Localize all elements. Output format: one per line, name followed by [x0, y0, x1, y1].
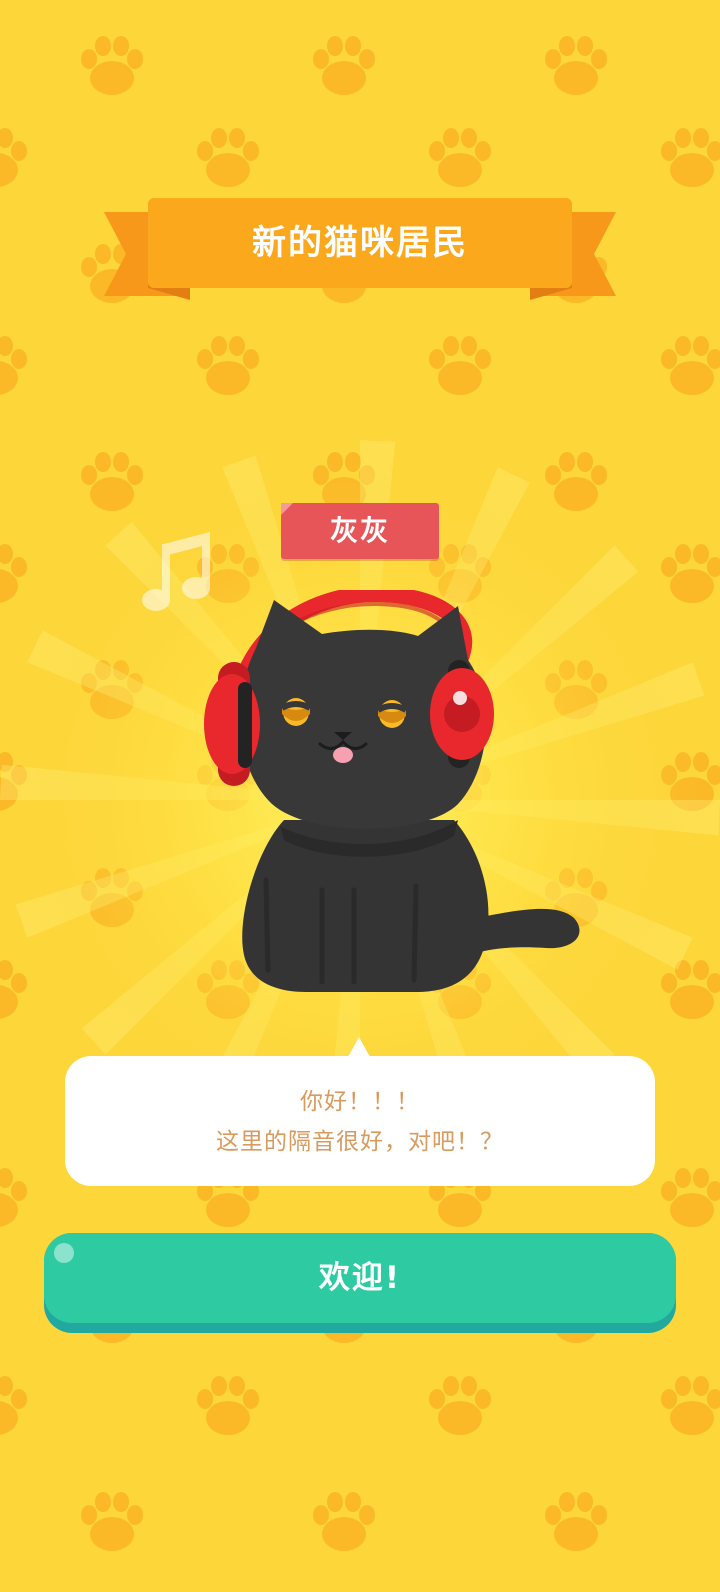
paw-print-icon: [661, 128, 720, 187]
paw-print-icon: [545, 452, 607, 511]
paw-print-icon: [661, 1168, 720, 1227]
paw-print-icon: [0, 960, 27, 1019]
paw-print-icon: [429, 336, 491, 395]
paw-print-icon: [81, 660, 143, 719]
paw-print-icon: [429, 1376, 491, 1435]
paw-print-icon: [661, 960, 720, 1019]
welcome-button[interactable]: 欢迎!: [44, 1233, 676, 1333]
cat-name: 灰灰: [329, 514, 390, 547]
paw-print-icon: [661, 544, 720, 603]
paw-print-icon: [197, 336, 259, 395]
banner-title: 新的猫咪居民: [252, 223, 468, 263]
paw-print-icon: [0, 128, 27, 187]
dialog-line-2: 这里的隔音很好，对吧！？: [216, 1129, 504, 1155]
paw-print-icon: [81, 868, 143, 927]
paw-print-icon: [545, 1492, 607, 1551]
paw-print-icon: [545, 36, 607, 95]
dialog-line-1: 你好！！！: [300, 1089, 420, 1115]
title-banner: 新的猫咪居民: [104, 198, 616, 302]
paw-print-icon: [81, 1492, 143, 1551]
welcome-button-label[interactable]: 欢迎!: [44, 1233, 676, 1323]
paw-print-icon: [0, 1168, 27, 1227]
paw-print-icon: [313, 36, 375, 95]
paw-print-icon: [429, 128, 491, 187]
paw-print-icon: [0, 544, 27, 603]
speech-bubble: 你好！！！ 这里的隔音很好，对吧！？: [65, 1056, 655, 1186]
paw-print-icon: [661, 752, 720, 811]
speech-bubble-tail: [348, 1037, 370, 1057]
cat-name-tag: 灰灰: [281, 503, 439, 559]
black-cat-with-headphones: [204, 590, 580, 992]
paw-print-icon: [661, 336, 720, 395]
paw-print-icon: [313, 1492, 375, 1551]
paw-print-icon: [0, 752, 27, 811]
paw-print-icon: [81, 452, 143, 511]
paw-print-icon: [197, 1376, 259, 1435]
paw-print-icon: [197, 128, 259, 187]
paw-print-icon: [661, 1376, 720, 1435]
paw-print-icon: [0, 1376, 27, 1435]
paw-print-icon: [81, 36, 143, 95]
name-tag-corner: [281, 503, 293, 515]
paw-print-icon: [0, 336, 27, 395]
